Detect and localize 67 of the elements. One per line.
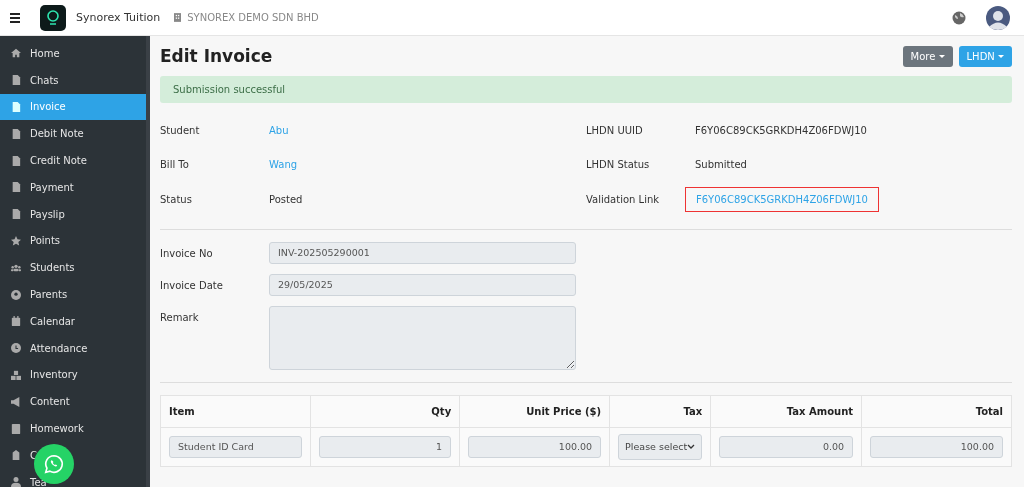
field-label: Invoice No	[160, 246, 214, 261]
clock-icon	[11, 343, 21, 354]
sidebar-item[interactable]: Students	[0, 254, 146, 282]
document-icon	[11, 102, 21, 112]
total-field[interactable]: 100.00	[870, 435, 1003, 458]
remark-field[interactable]	[269, 305, 576, 370]
user-circle-icon	[11, 289, 21, 300]
megaphone-icon	[11, 396, 21, 407]
sidebar-item[interactable]: Tea	[0, 468, 146, 487]
input-field[interactable]: 29/05/2025	[269, 273, 576, 296]
input-field[interactable]: INV-202505290001	[269, 241, 576, 264]
sidebar-item[interactable]: Homework	[0, 415, 146, 442]
tax-select[interactable]: Please select	[618, 433, 703, 460]
sidebar-item[interactable]: Payslip	[0, 200, 146, 228]
field-value: Posted	[269, 193, 303, 205]
column-header: Unit Price ($)	[526, 405, 602, 417]
field-label: LHDN Status	[586, 159, 651, 171]
field-label: Invoice Date	[160, 278, 224, 293]
column-header: Total	[975, 405, 1003, 417]
document-icon	[11, 128, 21, 139]
house-icon	[11, 48, 21, 59]
sidebar-item[interactable]: Calendar	[0, 307, 146, 335]
sidebar-item[interactable]: Debit Note	[0, 120, 146, 148]
logo-icon	[40, 4, 66, 31]
field-label: LHDN UUID	[586, 124, 644, 136]
success-alert: Submission successful	[160, 76, 1012, 103]
tax-amount-field[interactable]: 0.00	[719, 435, 854, 458]
sidebar-item[interactable]: Payment	[0, 174, 146, 201]
chevron-down-icon	[687, 444, 696, 449]
sidebar-item[interactable]: Attendance	[0, 334, 146, 362]
column-header: Item	[169, 405, 195, 417]
field-value: Submitted	[695, 159, 747, 171]
calendar-icon	[11, 316, 21, 327]
qty-field[interactable]: 1	[318, 435, 452, 458]
item-field[interactable]: Student ID Card	[169, 435, 302, 458]
book-icon	[11, 423, 21, 434]
price-field[interactable]: 100.00	[468, 435, 602, 458]
column-header: Tax	[683, 405, 703, 417]
sidebar-item[interactable]: Credit Note	[0, 147, 146, 174]
document-icon	[11, 182, 21, 193]
person-icon	[11, 477, 21, 487]
document-icon	[11, 155, 21, 166]
sidebar-item[interactable]: Inventory	[0, 361, 146, 389]
column-header: Tax Amount	[786, 405, 854, 417]
document-icon	[11, 209, 21, 220]
company-name: SYNOREX DEMO SDN BHD	[187, 12, 319, 23]
app-name: Synorex Tuition	[76, 11, 161, 24]
sidebar-item[interactable]: Home	[0, 40, 146, 67]
sidebar-item[interactable]: Content	[0, 388, 146, 416]
field-label: Bill To	[160, 159, 190, 171]
users-icon	[11, 262, 21, 273]
field-value: F6Y06C89CK5GRKDH4Z06FDWJ10	[695, 124, 867, 136]
star-icon	[11, 235, 21, 246]
boxes-icon	[11, 369, 21, 380]
sidebar-item[interactable]: Parents	[0, 281, 146, 308]
field-label: Remark	[160, 310, 200, 325]
menu-icon[interactable]	[10, 12, 20, 23]
page-title: Edit Invoice	[160, 46, 273, 66]
field-label: Validation Link	[586, 193, 661, 205]
avatar-icon[interactable]	[986, 5, 1010, 30]
sidebar-item[interactable]: Chats	[0, 66, 146, 94]
field-label: Status	[160, 193, 193, 205]
more-dropdown-button[interactable]: More	[902, 45, 953, 67]
document-icon	[11, 75, 21, 86]
field-label: Student	[160, 124, 201, 136]
column-header: Qty	[431, 405, 452, 417]
sidebar-item[interactable]: Points	[0, 227, 146, 255]
